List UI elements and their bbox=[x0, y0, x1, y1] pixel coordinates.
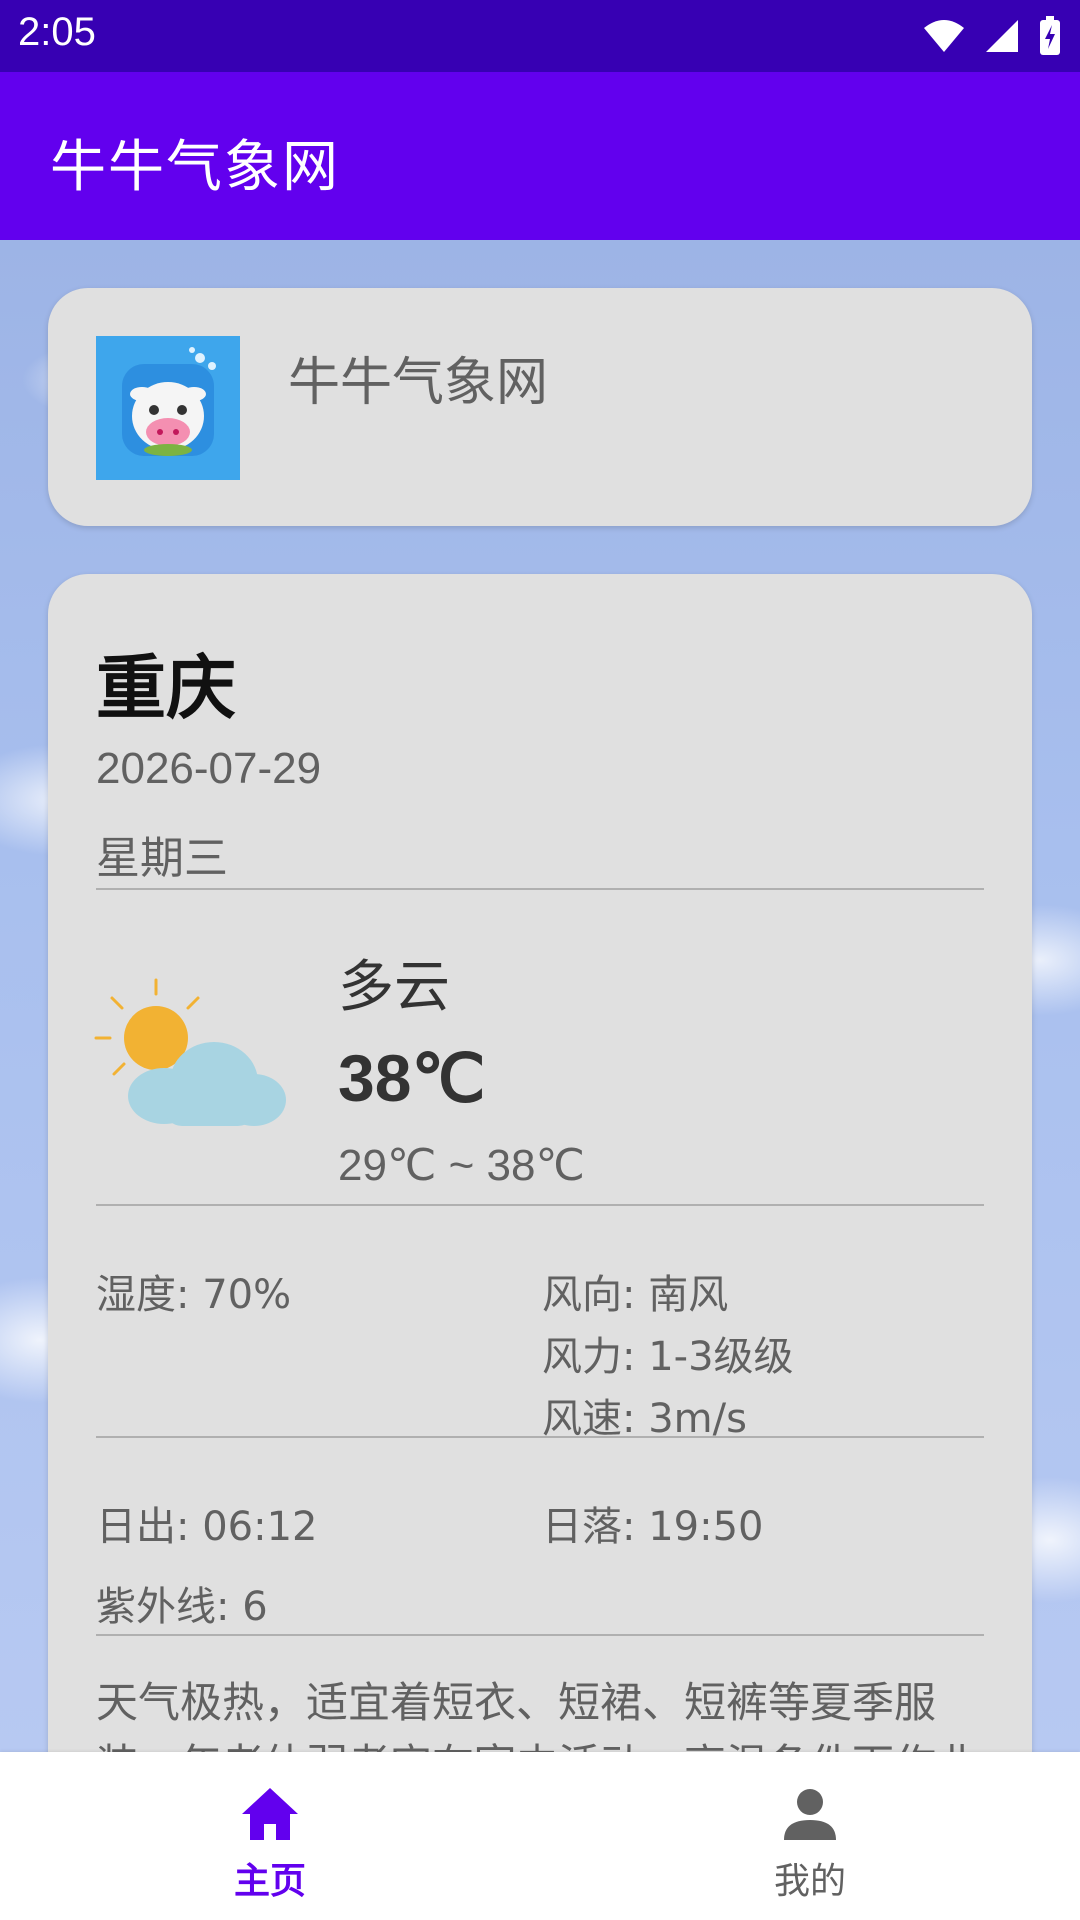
divider bbox=[96, 1634, 984, 1636]
date-label: 2026-07-29 bbox=[96, 744, 322, 793]
bottom-navigation: 主页 我的 bbox=[0, 1752, 1080, 1920]
wifi-icon bbox=[924, 20, 964, 52]
nav-item-home[interactable]: 主页 bbox=[0, 1752, 540, 1920]
battery-icon bbox=[1040, 16, 1060, 55]
divider bbox=[96, 888, 984, 890]
status-bar: 2:05 bbox=[0, 0, 1080, 72]
content-area[interactable]: 牛牛气象网 重庆 2026-07-29 星期三 多云 38℃ 29℃ ~ 38℃… bbox=[0, 240, 1080, 1752]
app-header-card: 牛牛气象网 bbox=[48, 288, 1032, 526]
nav-item-mine[interactable]: 我的 bbox=[540, 1752, 1080, 1920]
current-temperature: 38℃ bbox=[338, 1041, 486, 1115]
wind-force-label: 风力: 1-3级级 bbox=[542, 1334, 794, 1380]
person-icon bbox=[784, 1789, 836, 1840]
app-title: 牛牛气象网 bbox=[50, 135, 340, 200]
nav-mine-label: 我的 bbox=[773, 1861, 846, 1902]
status-time: 2:05 bbox=[18, 10, 96, 54]
wind-direction-label: 风向: 南风 bbox=[542, 1272, 729, 1318]
partly-cloudy-icon bbox=[94, 978, 286, 1126]
weather-condition: 多云 bbox=[338, 955, 450, 1020]
status-icons bbox=[922, 14, 1062, 58]
sunset-label: 日落: 19:50 bbox=[542, 1504, 764, 1550]
app-bar: 牛牛气象网 bbox=[0, 72, 1080, 240]
app-logo-icon bbox=[96, 336, 240, 480]
divider bbox=[96, 1204, 984, 1206]
sunrise-label: 日出: 06:12 bbox=[96, 1504, 318, 1550]
humidity-label: 湿度: 70% bbox=[96, 1272, 292, 1318]
uv-index-label: 紫外线: 6 bbox=[96, 1584, 268, 1630]
temperature-range: 29℃ ~ 38℃ bbox=[338, 1141, 585, 1190]
clothing-advice: 天气极热，适宜着短衣、短裙、短裤等夏季服装，年老体弱者宜在室内活动，高温条件下作… bbox=[96, 1678, 978, 1752]
divider bbox=[96, 1436, 984, 1438]
city-name: 重庆 bbox=[96, 647, 236, 729]
weekday-label: 星期三 bbox=[96, 833, 228, 884]
nav-home-label: 主页 bbox=[233, 1861, 306, 1902]
signal-icon bbox=[986, 20, 1018, 52]
home-icon bbox=[242, 1788, 298, 1840]
weather-card: 重庆 2026-07-29 星期三 多云 38℃ 29℃ ~ 38℃ 湿度: 7… bbox=[48, 574, 1032, 1752]
app-name-label: 牛牛气象网 bbox=[288, 353, 549, 413]
